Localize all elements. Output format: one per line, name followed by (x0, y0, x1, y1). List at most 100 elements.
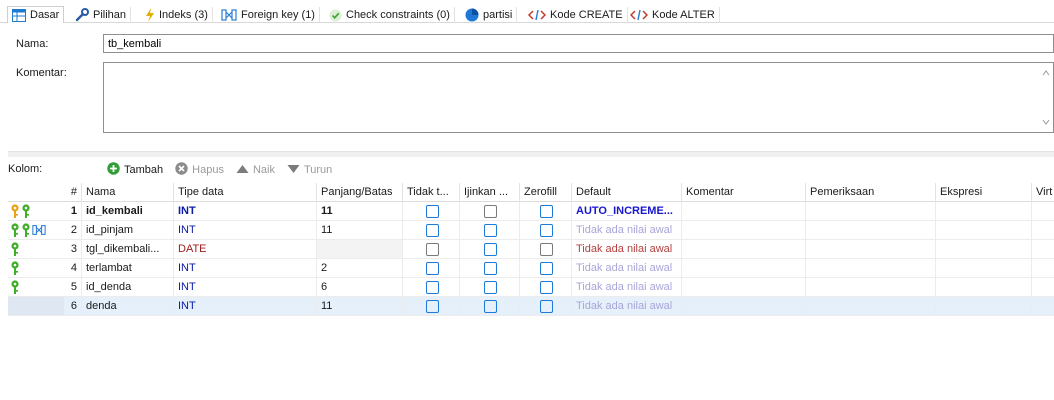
column-check[interactable] (806, 221, 936, 240)
column-check[interactable] (806, 278, 936, 297)
unsigned-checkbox[interactable] (426, 262, 439, 275)
column-check[interactable] (806, 202, 936, 221)
header-default[interactable]: Default (572, 183, 682, 202)
comment-textarea[interactable] (103, 62, 1054, 133)
column-name[interactable]: terlambat (82, 259, 174, 278)
zerofill-checkbox[interactable] (540, 224, 553, 237)
column-check[interactable] (806, 259, 936, 278)
header-allow-null[interactable]: Ijinkan ... (460, 183, 520, 202)
tab-check-constraints[interactable]: Check constraints (0) (325, 7, 455, 23)
tab-kode-alter[interactable]: Kode ALTER (626, 7, 720, 23)
scroll-down-icon[interactable] (1042, 118, 1050, 126)
allow-null-checkbox[interactable] (484, 300, 497, 313)
table-row[interactable]: 4 terlambat INT 2 Tidak ada nilai awal (8, 259, 1054, 278)
allow-null-checkbox[interactable] (484, 205, 497, 218)
column-expression[interactable] (936, 278, 1032, 297)
column-expression[interactable] (936, 259, 1032, 278)
allow-null-checkbox[interactable] (484, 243, 497, 256)
column-type[interactable]: INT (174, 278, 317, 297)
column-comment[interactable] (682, 278, 806, 297)
unsigned-checkbox[interactable] (426, 281, 439, 294)
move-down-button[interactable]: Turun (287, 164, 332, 177)
column-virtual[interactable] (1032, 259, 1054, 278)
zerofill-checkbox[interactable] (540, 262, 553, 275)
column-comment[interactable] (682, 259, 806, 278)
table-row[interactable]: 5 id_denda INT 6 Tidak ada nilai awal (8, 278, 1054, 297)
column-comment[interactable] (682, 240, 806, 259)
splitter[interactable] (8, 151, 1054, 157)
column-length[interactable]: 11 (317, 202, 403, 221)
column-default[interactable]: Tidak ada nilai awal (572, 297, 682, 316)
column-virtual[interactable] (1032, 221, 1054, 240)
column-name[interactable]: id_denda (82, 278, 174, 297)
header-check[interactable]: Pemeriksaan (806, 183, 936, 202)
zerofill-checkbox[interactable] (540, 243, 553, 256)
header-zerofill[interactable]: Zerofill (520, 183, 572, 202)
column-name[interactable]: tgl_dikembali... (82, 240, 174, 259)
column-name[interactable]: denda (82, 297, 174, 316)
header-length[interactable]: Panjang/Batas (317, 183, 403, 202)
scroll-up-icon[interactable] (1042, 69, 1050, 77)
tab-dasar[interactable]: Dasar (7, 6, 65, 24)
column-comment[interactable] (682, 221, 806, 240)
unsigned-checkbox[interactable] (426, 224, 439, 237)
allow-null-checkbox[interactable] (484, 262, 497, 275)
header-virtual[interactable]: Virt (1032, 183, 1054, 202)
column-expression[interactable] (936, 221, 1032, 240)
column-length[interactable] (317, 240, 403, 259)
column-check[interactable] (806, 297, 936, 316)
column-virtual[interactable] (1032, 202, 1054, 221)
zerofill-checkbox[interactable] (540, 205, 553, 218)
tab-pilihan[interactable]: Pilihan (71, 7, 132, 23)
column-name[interactable]: id_pinjam (82, 221, 174, 240)
column-expression[interactable] (936, 297, 1032, 316)
table-name-input[interactable] (103, 34, 1054, 53)
zerofill-checkbox[interactable] (540, 281, 553, 294)
allow-null-checkbox[interactable] (484, 281, 497, 294)
column-type[interactable]: INT (174, 297, 317, 316)
table-row[interactable]: 1 id_kembali INT 11 AUTO_INCREME... (8, 202, 1054, 221)
column-type[interactable]: DATE (174, 240, 317, 259)
column-length[interactable]: 11 (317, 297, 403, 316)
column-expression[interactable] (936, 202, 1032, 221)
delete-column-button[interactable]: Hapus (175, 162, 224, 178)
tab-kode-create[interactable]: Kode CREATE (524, 7, 628, 23)
column-default[interactable]: Tidak ada nilai awal (572, 259, 682, 278)
tab-indeks[interactable]: Indeks (3) (141, 7, 213, 23)
unsigned-checkbox[interactable] (426, 300, 439, 313)
column-default[interactable]: Tidak ada nilai awal (572, 278, 682, 297)
column-comment[interactable] (682, 297, 806, 316)
column-type[interactable]: INT (174, 259, 317, 278)
column-name[interactable]: id_kembali (82, 202, 174, 221)
table-row[interactable]: 3 tgl_dikembali... DATE Tidak ada nilai … (8, 240, 1054, 259)
table-row[interactable]: 6 denda INT 11 Tidak ada nilai awal (8, 297, 1054, 316)
header-comment[interactable]: Komentar (682, 183, 806, 202)
column-comment[interactable] (682, 202, 806, 221)
header-expression[interactable]: Ekspresi (936, 183, 1032, 202)
column-length[interactable]: 11 (317, 221, 403, 240)
column-type[interactable]: INT (174, 221, 317, 240)
zerofill-checkbox[interactable] (540, 300, 553, 313)
column-length[interactable]: 2 (317, 259, 403, 278)
tab-partisi[interactable]: partisi (461, 7, 518, 23)
column-virtual[interactable] (1032, 297, 1054, 316)
column-virtual[interactable] (1032, 240, 1054, 259)
column-type[interactable]: INT (174, 202, 317, 221)
header-name[interactable]: Nama (82, 183, 174, 202)
column-virtual[interactable] (1032, 278, 1054, 297)
column-check[interactable] (806, 240, 936, 259)
header-datatype[interactable]: Tipe data (174, 183, 317, 202)
column-expression[interactable] (936, 240, 1032, 259)
column-default[interactable]: Tidak ada nilai awal (572, 240, 682, 259)
move-up-button[interactable]: Naik (236, 164, 275, 177)
header-unsigned[interactable]: Tidak t... (403, 183, 460, 202)
tab-foreign-key[interactable]: Foreign key (1) (217, 7, 320, 23)
allow-null-checkbox[interactable] (484, 224, 497, 237)
column-length[interactable]: 6 (317, 278, 403, 297)
header-number[interactable]: # (64, 183, 82, 202)
unsigned-checkbox[interactable] (426, 243, 439, 256)
table-row[interactable]: 2 id_pinjam INT 11 Tidak ada nilai awal (8, 221, 1054, 240)
unsigned-checkbox[interactable] (426, 205, 439, 218)
add-column-button[interactable]: Tambah (107, 162, 163, 178)
column-default[interactable]: AUTO_INCREME... (572, 202, 682, 221)
